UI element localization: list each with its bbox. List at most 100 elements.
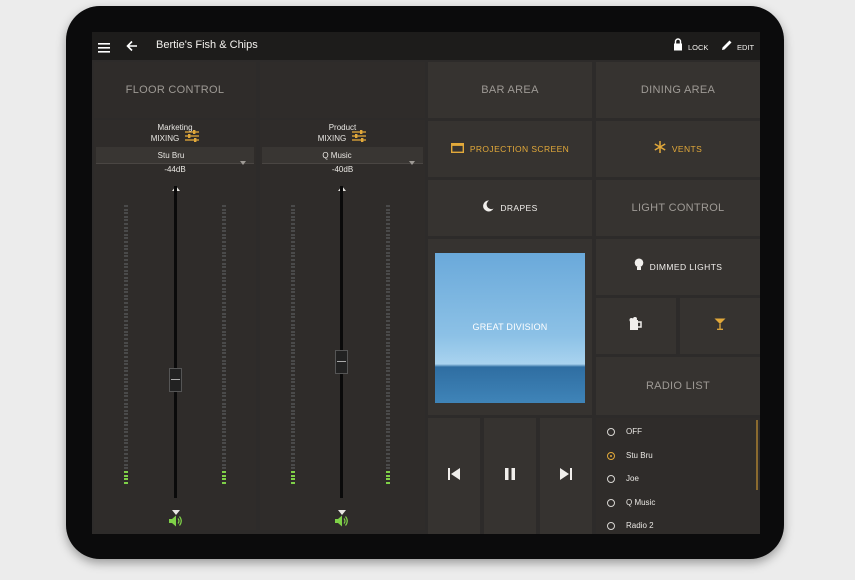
meter-segment — [291, 445, 295, 448]
source-select[interactable]: Q Music — [262, 147, 423, 165]
channel-name: Product — [328, 123, 357, 132]
lock-button[interactable]: LOCK — [673, 38, 708, 56]
meter-segment — [124, 266, 128, 269]
meter-segment — [222, 226, 226, 229]
meter-segment — [291, 233, 295, 236]
mixing-toggle[interactable]: MIXING — [306, 130, 378, 144]
meter-segment — [222, 467, 226, 470]
meter-segment — [291, 478, 295, 481]
meter-segment — [291, 359, 295, 362]
album-art[interactable]: GREAT DIVISION — [435, 253, 585, 403]
meter-segment — [124, 388, 128, 391]
meter-segment — [222, 205, 226, 207]
next-track-button[interactable] — [540, 418, 592, 534]
source-value: Stu Bru — [157, 151, 185, 160]
meter-segment — [222, 244, 226, 247]
meter-segment — [386, 240, 390, 243]
source-select[interactable]: Stu Bru — [96, 147, 254, 165]
fader-track[interactable] — [340, 186, 343, 498]
skip-previous-icon — [448, 467, 460, 485]
meter-segment — [222, 384, 226, 387]
meter-segment — [386, 445, 390, 448]
meter-segment — [124, 233, 128, 236]
meter-segment — [222, 481, 226, 484]
meter-segment — [386, 305, 390, 308]
meter-segment — [386, 427, 390, 430]
radio-option-joe[interactable]: Joe — [596, 467, 758, 490]
radio-option-stu-bru[interactable]: Stu Bru — [596, 444, 758, 467]
page-title: Bertie's Fish & Chips — [156, 39, 258, 51]
radio-button — [607, 474, 615, 483]
fader-track[interactable] — [174, 186, 177, 498]
meter-segment — [222, 291, 226, 294]
meter-segment — [386, 320, 390, 322]
meter-segment — [222, 258, 226, 261]
meter-segment — [124, 327, 128, 330]
meter-segment — [386, 219, 390, 222]
meter-segment — [222, 424, 226, 427]
menu-icon[interactable] — [98, 40, 110, 53]
meter-segment — [291, 266, 295, 269]
beer-mug-icon — [629, 316, 643, 336]
mixing-toggle[interactable]: MIXING — [139, 130, 211, 144]
drapes-button[interactable]: DRAPES — [428, 180, 592, 236]
radio-option-off[interactable]: OFF — [596, 420, 758, 443]
meter-segment — [124, 399, 128, 402]
meter-segment — [222, 359, 226, 362]
radio-option-q-music[interactable]: Q Music — [596, 491, 758, 514]
pause-button[interactable] — [484, 418, 536, 534]
meter-segment — [222, 316, 226, 319]
pencil-icon — [721, 38, 733, 56]
edit-label: EDIT — [737, 42, 755, 52]
radio-button-selected — [607, 451, 615, 460]
meter-segment — [291, 463, 295, 466]
fader-handle[interactable] — [169, 368, 182, 392]
meter-segment — [386, 417, 390, 420]
scrollbar[interactable] — [756, 420, 758, 490]
meter-segment — [222, 409, 226, 412]
meter-segment — [291, 248, 295, 251]
meter-segment — [124, 309, 128, 312]
previous-track-button[interactable] — [428, 418, 480, 534]
vents-button[interactable]: VENTS — [596, 121, 760, 177]
speaker-icon[interactable] — [335, 514, 348, 532]
meter-segment — [222, 312, 226, 315]
cocktail-button[interactable] — [680, 298, 760, 354]
meter-segment — [222, 215, 226, 218]
meter-segment — [124, 273, 128, 276]
meter-segment — [222, 330, 226, 333]
meter-segment — [222, 377, 226, 380]
meter-segment — [291, 309, 295, 312]
mixing-label: MIXING — [317, 133, 347, 143]
projection-screen-icon — [450, 140, 464, 158]
meter-segment — [291, 327, 295, 330]
meter-segment — [386, 244, 390, 247]
meter-segment — [124, 424, 128, 427]
meter-segment — [222, 370, 226, 373]
speaker-icon[interactable] — [169, 514, 182, 532]
meter-segment — [222, 452, 226, 455]
meter-segment — [386, 348, 390, 351]
radio-label: Joe — [626, 474, 639, 483]
fader-handle[interactable] — [335, 350, 348, 374]
edit-button[interactable]: EDIT — [721, 38, 754, 56]
meter-segment — [222, 373, 226, 376]
meter-left — [291, 205, 295, 485]
meter-segment — [124, 474, 128, 477]
meter-segment — [386, 291, 390, 294]
back-arrow-icon[interactable] — [126, 39, 138, 52]
radio-option-radio-2[interactable]: Radio 2 — [596, 514, 758, 534]
meter-segment — [386, 345, 390, 348]
meter-right — [222, 205, 226, 485]
now-playing-panel: GREAT DIVISION — [428, 239, 592, 415]
meter-segment — [222, 305, 226, 308]
projection-screen-button[interactable]: PROJECTION SCREEN — [428, 121, 592, 177]
meter-segment — [386, 215, 390, 218]
meter-segment — [222, 381, 226, 384]
dimmed-lights-button[interactable]: DIMMED LIGHTS — [596, 239, 760, 295]
meter-segment — [222, 276, 226, 279]
meter-segment — [386, 377, 390, 380]
meter-segment — [386, 384, 390, 387]
beer-button[interactable] — [596, 298, 676, 354]
meter-segment — [222, 345, 226, 348]
